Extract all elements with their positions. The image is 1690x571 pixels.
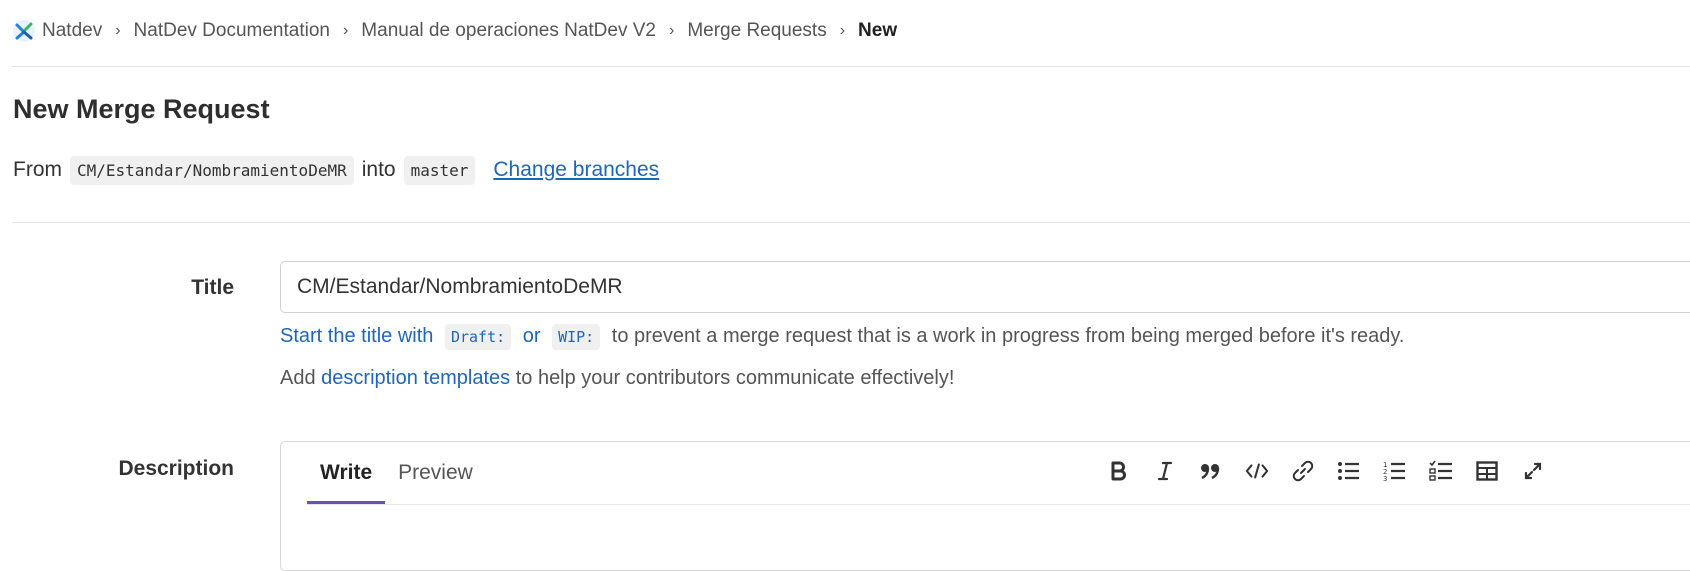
svg-text:3: 3 — [1383, 475, 1387, 482]
breadcrumb-item-merge-requests[interactable]: Merge Requests — [687, 20, 826, 42]
breadcrumb: Natdev › NatDev Documentation › Manual d… — [12, 14, 897, 48]
wip-tag[interactable]: WIP: — [552, 324, 601, 350]
breadcrumb-separator: › — [839, 22, 846, 39]
description-editor: Write Preview 123 — [280, 441, 1690, 571]
breadcrumb-separator: › — [668, 22, 675, 39]
source-branch: CM/Estandar/NombramientoDeMR — [70, 155, 354, 185]
link-icon[interactable] — [1291, 457, 1315, 485]
draft-tag[interactable]: Draft: — [444, 324, 512, 350]
markdown-toolbar: 123 — [1107, 457, 1567, 485]
bullet-list-icon[interactable] — [1337, 457, 1361, 485]
target-branch: master — [403, 155, 476, 185]
title-label: Title — [191, 276, 234, 299]
fullscreen-icon[interactable] — [1521, 457, 1545, 485]
description-label: Description — [118, 457, 234, 480]
from-label: From — [13, 158, 62, 181]
or-link[interactable]: or — [523, 325, 541, 347]
branch-info: From CM/Estandar/NombramientoDeMR into m… — [13, 153, 659, 187]
breadcrumb-item-manual[interactable]: Manual de operaciones NatDev V2 — [361, 20, 656, 42]
quote-icon[interactable] — [1199, 457, 1223, 485]
breadcrumb-item-natdev[interactable]: Natdev — [42, 20, 102, 42]
task-list-icon[interactable] — [1429, 457, 1453, 485]
numbered-list-icon[interactable]: 123 — [1383, 457, 1407, 485]
code-icon[interactable] — [1245, 457, 1269, 485]
title-input[interactable] — [280, 261, 1690, 313]
italic-icon[interactable] — [1153, 457, 1177, 485]
bold-icon[interactable] — [1107, 457, 1131, 485]
breadcrumb-item-documentation[interactable]: NatDev Documentation — [134, 20, 330, 42]
editor-divider — [307, 504, 1690, 505]
divider — [12, 222, 1690, 223]
into-label: into — [361, 158, 396, 181]
editor-tabs: Write Preview — [307, 442, 486, 504]
page-title: New Merge Request — [13, 94, 270, 124]
draft-hint: Start the title with Draft: or WIP: to p… — [280, 324, 1405, 350]
description-templates-link[interactable]: description templates — [321, 367, 510, 389]
tab-write[interactable]: Write — [307, 442, 386, 504]
divider — [12, 66, 1690, 67]
tab-preview[interactable]: Preview — [385, 442, 486, 504]
draft-hint-link[interactable]: Start the title with — [280, 325, 433, 347]
draft-hint-text: to prevent a merge request that is a wor… — [611, 325, 1405, 347]
change-branches-link[interactable]: Change branches — [493, 158, 659, 182]
templates-hint-suffix: to help your contributors communicate ef… — [515, 367, 955, 389]
natdev-logo-icon[interactable] — [12, 19, 36, 43]
templates-hint-prefix: Add — [280, 367, 316, 389]
table-icon[interactable] — [1475, 457, 1499, 485]
templates-hint: Add description templates to help your c… — [280, 367, 954, 390]
breadcrumb-separator: › — [115, 22, 121, 39]
breadcrumb-current: New — [858, 20, 898, 41]
breadcrumb-separator: › — [342, 22, 349, 39]
